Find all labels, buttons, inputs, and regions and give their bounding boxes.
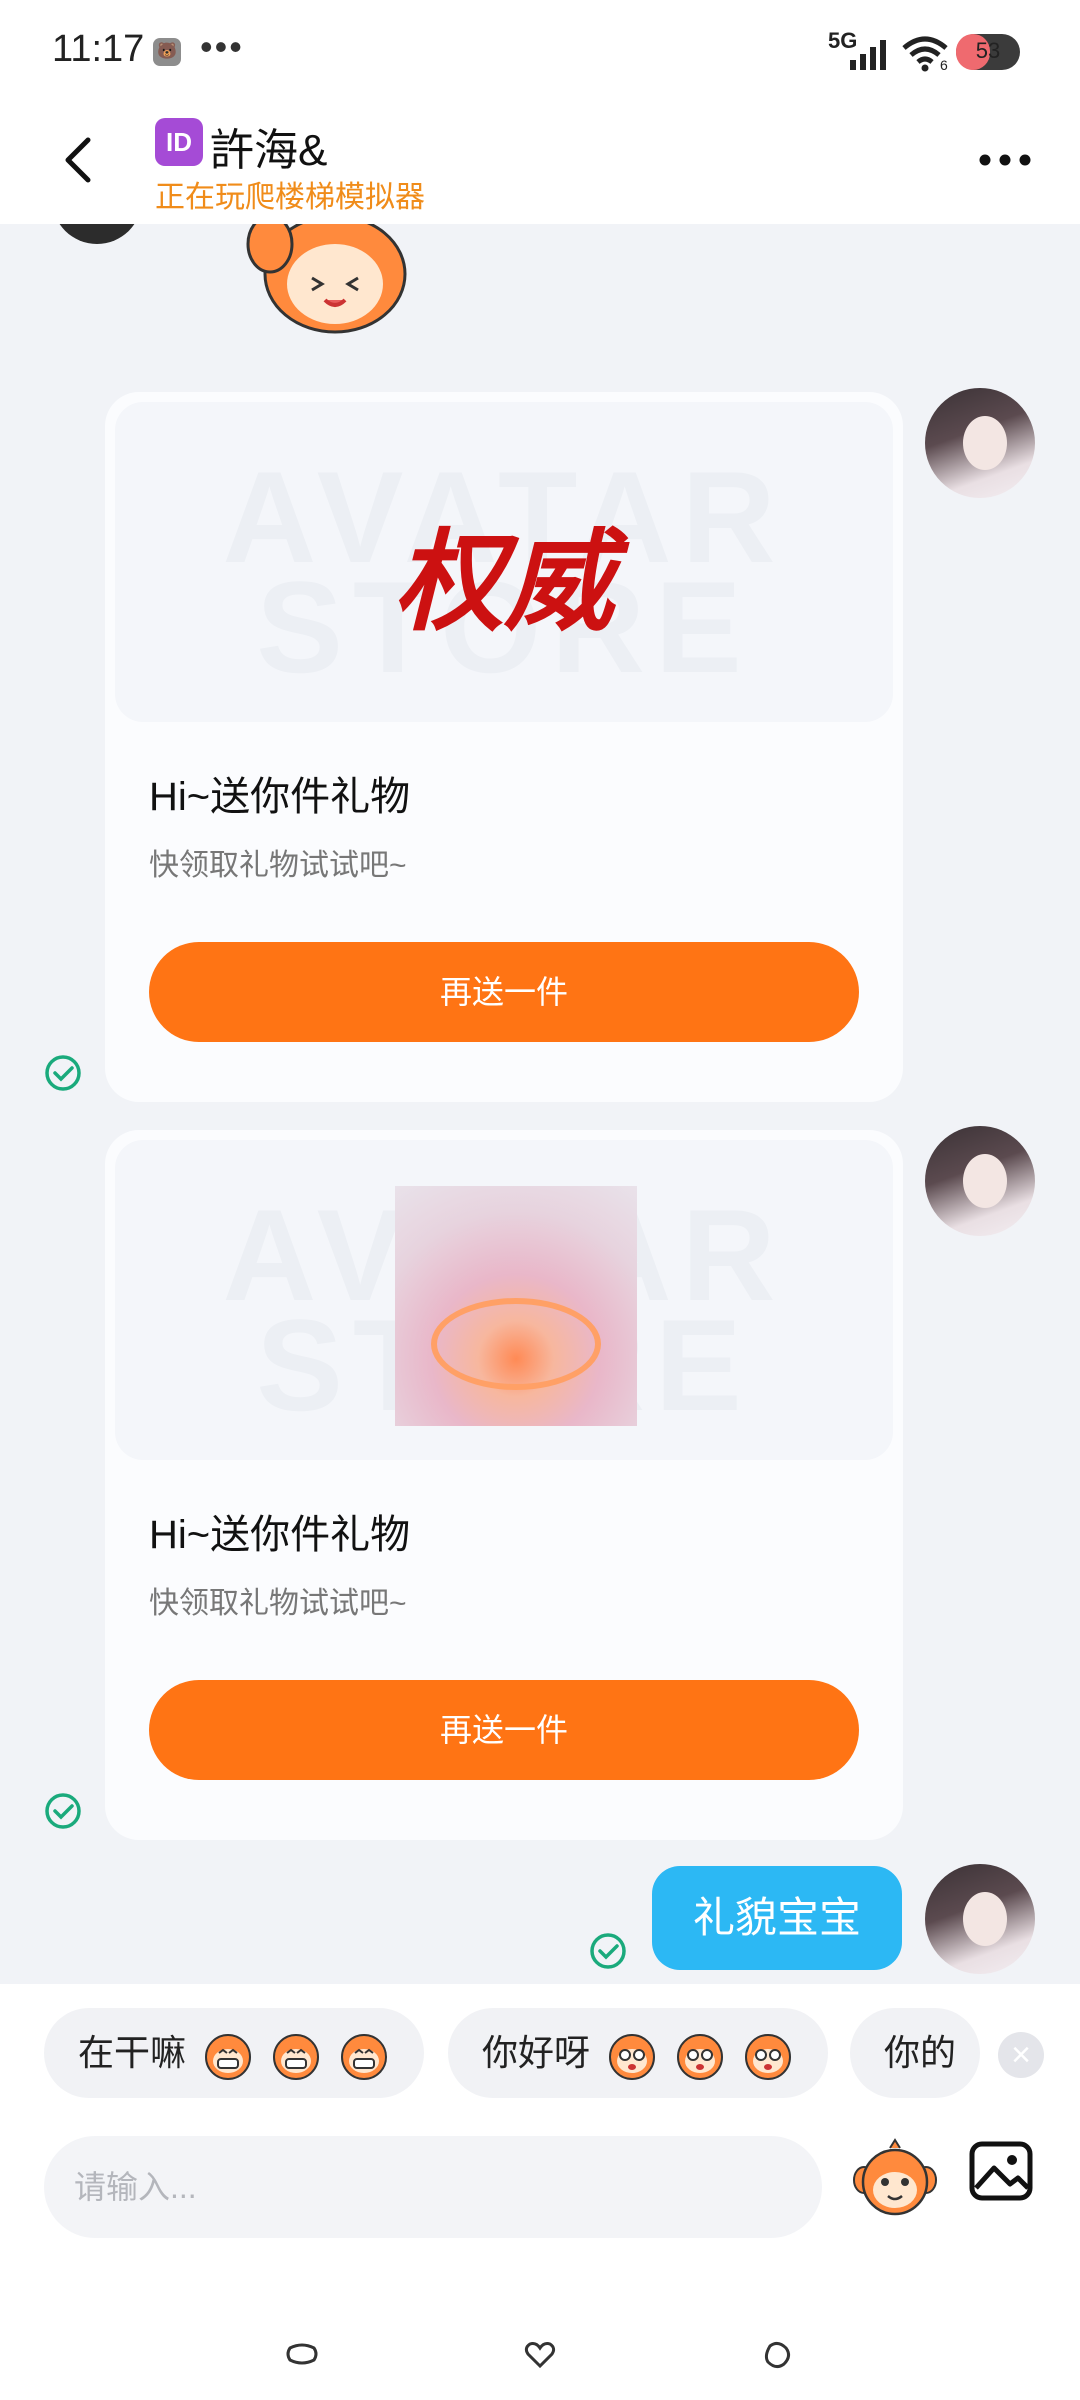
- more-notifications-icon: •••: [200, 26, 244, 67]
- gift-effect-image: [395, 1186, 637, 1426]
- contact-name[interactable]: 許海&: [210, 114, 327, 178]
- nav-home-icon[interactable]: [520, 2334, 560, 2374]
- system-nav-bar: [0, 2314, 1080, 2400]
- my-avatar[interactable]: [925, 388, 1035, 498]
- gift-card[interactable]: AVATAR STORE Hi~送你件礼物 快领取礼物试试吧~ 再送一件: [105, 1130, 903, 1840]
- quick-reply-chip[interactable]: 你的: [850, 2008, 980, 2098]
- my-avatar[interactable]: [925, 1126, 1035, 1236]
- monkey-sticker-icon: [246, 224, 407, 334]
- surprised-monkey-icon: [677, 2034, 724, 2081]
- more-options-icon[interactable]: [975, 140, 1035, 180]
- quick-reply-text: 在干嘛: [78, 2032, 187, 2073]
- my-avatar[interactable]: [925, 1864, 1035, 1974]
- sent-check-icon: [45, 1055, 81, 1091]
- nav-menu-icon[interactable]: [282, 2334, 322, 2374]
- battery-icon: 53: [956, 34, 1020, 70]
- signal-icon: [850, 40, 886, 70]
- image-picker-icon[interactable]: [966, 2136, 1036, 2206]
- status-time: 11:17: [52, 28, 145, 70]
- gift-preview[interactable]: AVATAR STORE 权威: [115, 402, 893, 722]
- wifi-icon: 6: [902, 36, 948, 72]
- nav-back-icon[interactable]: [758, 2334, 798, 2374]
- chat-message-list[interactable]: AVATAR STORE 权威 Hi~送你件礼物 快领取礼物试试吧~ 再送一件 …: [0, 224, 1080, 1984]
- gift-card-title: Hi~送你件礼物: [149, 1513, 411, 1557]
- battery-percent: 53: [975, 38, 1001, 63]
- sticker-button-icon[interactable]: [850, 2134, 940, 2224]
- gift-card-subtitle: 快领取礼物试试吧~: [149, 849, 407, 882]
- status-bar: 11:17 🐻 ••• 5G 6 53: [0, 0, 1080, 100]
- id-badge-icon: ID: [155, 118, 203, 166]
- message-input[interactable]: [72, 2156, 796, 2218]
- gift-title-art: 权威: [394, 517, 614, 646]
- contact-activity-status: 正在玩爬楼梯模拟器: [155, 181, 425, 214]
- bottom-panel: 在干嘛 你好呀 你的 ×: [0, 1984, 1080, 2400]
- gift-card[interactable]: AVATAR STORE 权威 Hi~送你件礼物 快领取礼物试试吧~ 再送一件: [105, 392, 903, 1102]
- resend-gift-button[interactable]: 再送一件: [149, 942, 859, 1042]
- grinning-monkey-icon: [341, 2034, 388, 2081]
- quick-reply-text: 你的: [884, 2032, 957, 2073]
- gift-card-title: Hi~送你件礼物: [149, 775, 411, 819]
- text-message-bubble[interactable]: 礼貌宝宝: [652, 1866, 902, 1970]
- wifi-sub-label: 6: [940, 57, 948, 72]
- sent-check-icon: [590, 1933, 626, 1969]
- surprised-monkey-icon: [745, 2034, 792, 2081]
- quick-reply-chip[interactable]: 你好呀: [448, 2008, 828, 2098]
- sent-check-icon: [45, 1793, 81, 1829]
- peer-avatar[interactable]: [52, 224, 142, 244]
- surprised-monkey-icon: [609, 2034, 656, 2081]
- back-arrow-icon[interactable]: [50, 130, 110, 190]
- quick-reply-text: 你好呀: [482, 2032, 591, 2073]
- close-quick-replies-icon[interactable]: ×: [998, 2032, 1044, 2078]
- notification-app-icon: 🐻: [153, 38, 181, 66]
- grinning-monkey-icon: [205, 2034, 252, 2081]
- gift-card-subtitle: 快领取礼物试试吧~: [149, 1587, 407, 1620]
- gift-preview[interactable]: AVATAR STORE: [115, 1140, 893, 1460]
- grinning-monkey-icon: [273, 2034, 320, 2081]
- chat-header: ID 許海& 正在玩爬楼梯模拟器: [0, 100, 1080, 224]
- message-composer[interactable]: [44, 2136, 822, 2238]
- resend-gift-button[interactable]: 再送一件: [149, 1680, 859, 1780]
- quick-reply-chip[interactable]: 在干嘛: [44, 2008, 424, 2098]
